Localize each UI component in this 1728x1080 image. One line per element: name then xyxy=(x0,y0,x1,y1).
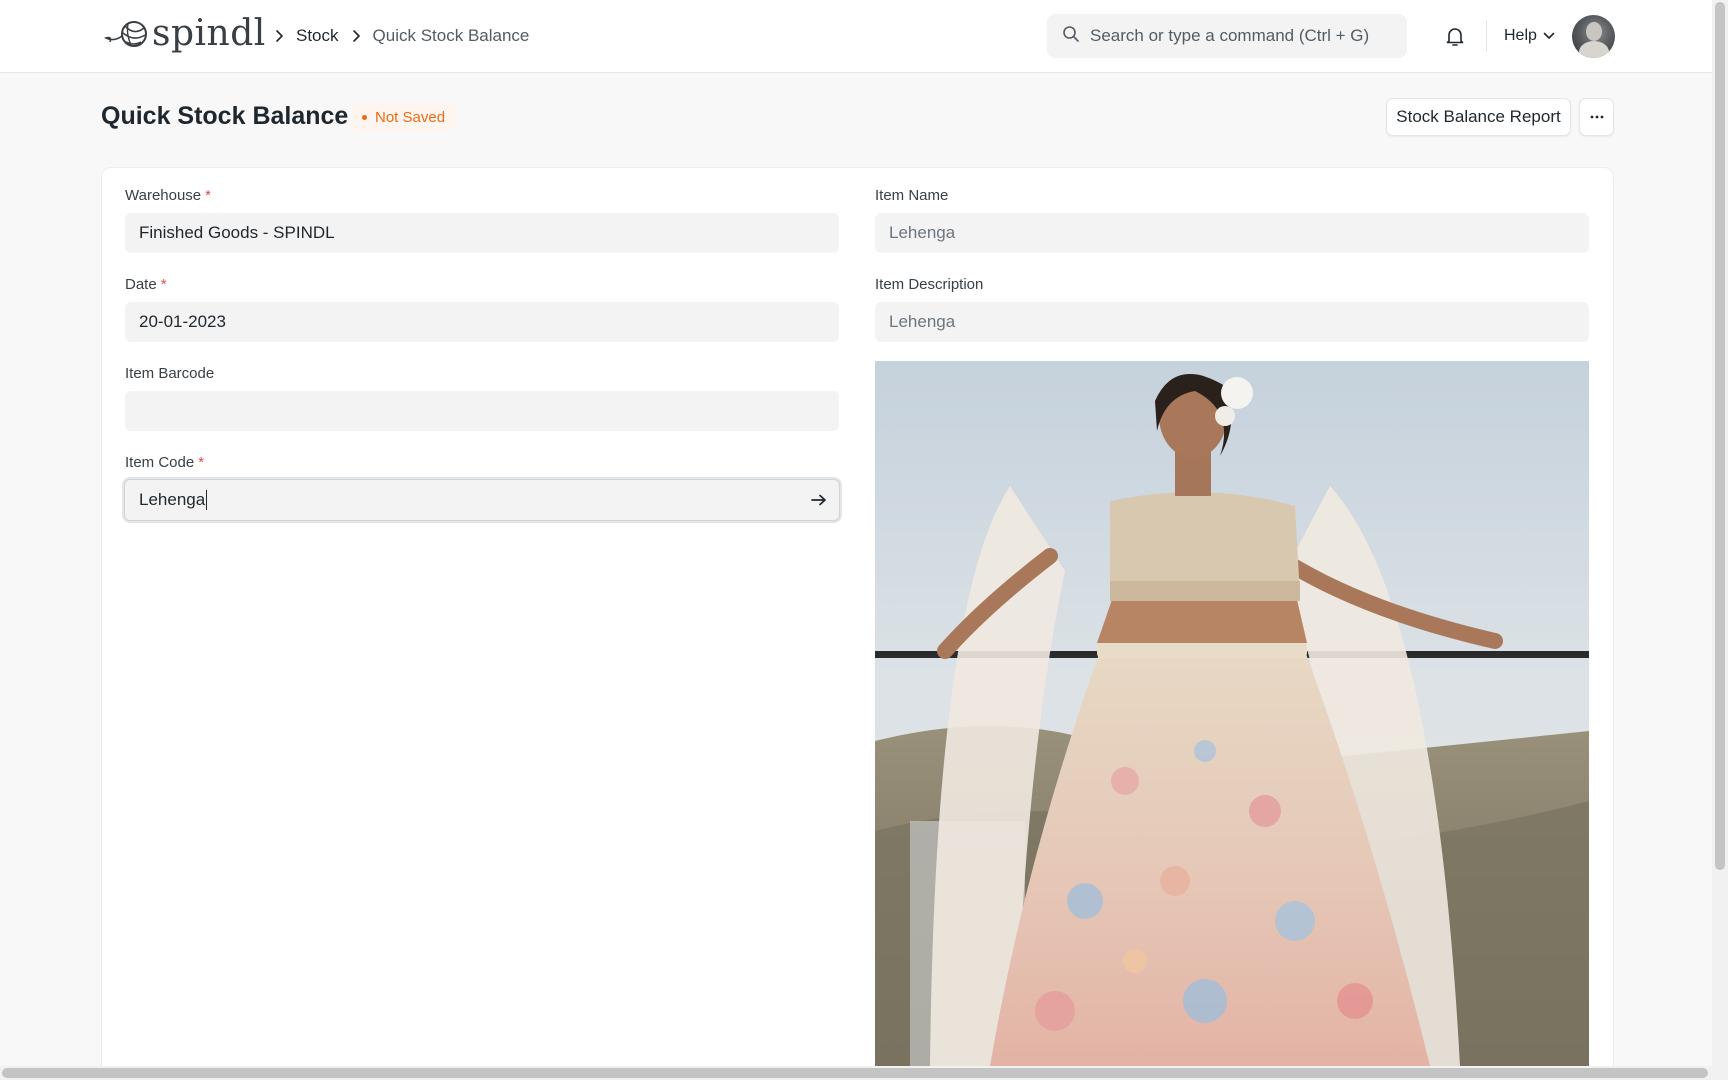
avatar-body xyxy=(1579,41,1609,58)
item-code-value: Lehenga xyxy=(139,490,206,509)
help-label: Help xyxy=(1504,27,1537,44)
search-icon xyxy=(1062,25,1080,48)
chevron-down-icon xyxy=(1543,32,1555,39)
warehouse-label: Warehouse * xyxy=(125,187,211,204)
vertical-scrollbar-thumb[interactable] xyxy=(1715,2,1725,870)
navbar-divider xyxy=(1486,20,1487,52)
stock-balance-report-button[interactable]: Stock Balance Report xyxy=(1386,98,1571,136)
date-value: 20-01-2023 xyxy=(139,312,226,331)
date-label: Date * xyxy=(125,276,167,293)
item-code-field[interactable]: Lehenga xyxy=(124,479,840,521)
avatar[interactable] xyxy=(1572,15,1615,58)
warehouse-value: Finished Goods - SPINDL xyxy=(139,223,335,242)
more-actions-button[interactable] xyxy=(1579,98,1614,136)
item-code-label: Item Code * xyxy=(125,454,205,471)
date-field[interactable]: 20-01-2023 xyxy=(125,302,839,342)
bell-icon[interactable] xyxy=(1443,24,1467,48)
item-name-value: Lehenga xyxy=(889,223,956,242)
arrow-right-icon[interactable] xyxy=(809,490,829,510)
item-photo-illustration xyxy=(875,361,1589,1066)
status-text: Not Saved xyxy=(375,108,446,126)
yarn-ball-icon xyxy=(104,21,147,47)
search-input[interactable]: Search or type a command (Ctrl + G) xyxy=(1047,14,1407,58)
app-logo[interactable]: spindl xyxy=(104,14,266,54)
item-barcode-label: Item Barcode xyxy=(125,365,215,382)
item-description-label: Item Description xyxy=(875,276,984,293)
help-dropdown[interactable]: Help xyxy=(1504,24,1555,48)
item-description-field: Lehenga xyxy=(875,302,1589,342)
page-title: Quick Stock Balance xyxy=(101,102,349,130)
item-description-value: Lehenga xyxy=(889,312,956,331)
horizontal-scrollbar-thumb[interactable] xyxy=(2,1068,1708,1078)
vertical-scrollbar[interactable] xyxy=(1712,0,1728,1080)
breadcrumb: Stock Quick Stock Balance xyxy=(262,24,529,48)
item-barcode-field[interactable] xyxy=(125,391,839,431)
item-image xyxy=(875,361,1589,1066)
horizontal-scrollbar[interactable] xyxy=(0,1066,1712,1080)
item-name-label: Item Name xyxy=(875,187,949,204)
logo-text: spindl xyxy=(152,13,266,54)
top-navbar: spindl Stock Quick Stock Balance Search … xyxy=(0,0,1712,73)
breadcrumb-quick-stock-balance[interactable]: Quick Stock Balance xyxy=(373,26,530,46)
warehouse-field[interactable]: Finished Goods - SPINDL xyxy=(125,213,839,253)
search-placeholder: Search or type a command (Ctrl + G) xyxy=(1090,26,1370,45)
chevron-right-icon xyxy=(272,29,286,43)
text-caret xyxy=(206,490,208,510)
status-badge: Not Saved xyxy=(352,103,456,131)
breadcrumb-stock[interactable]: Stock xyxy=(296,26,339,46)
chevron-right-icon xyxy=(349,29,363,43)
status-dot-icon xyxy=(362,114,367,120)
item-name-field: Lehenga xyxy=(875,213,1589,253)
avatar-head xyxy=(1586,22,1602,41)
ellipsis-icon xyxy=(1590,115,1603,119)
